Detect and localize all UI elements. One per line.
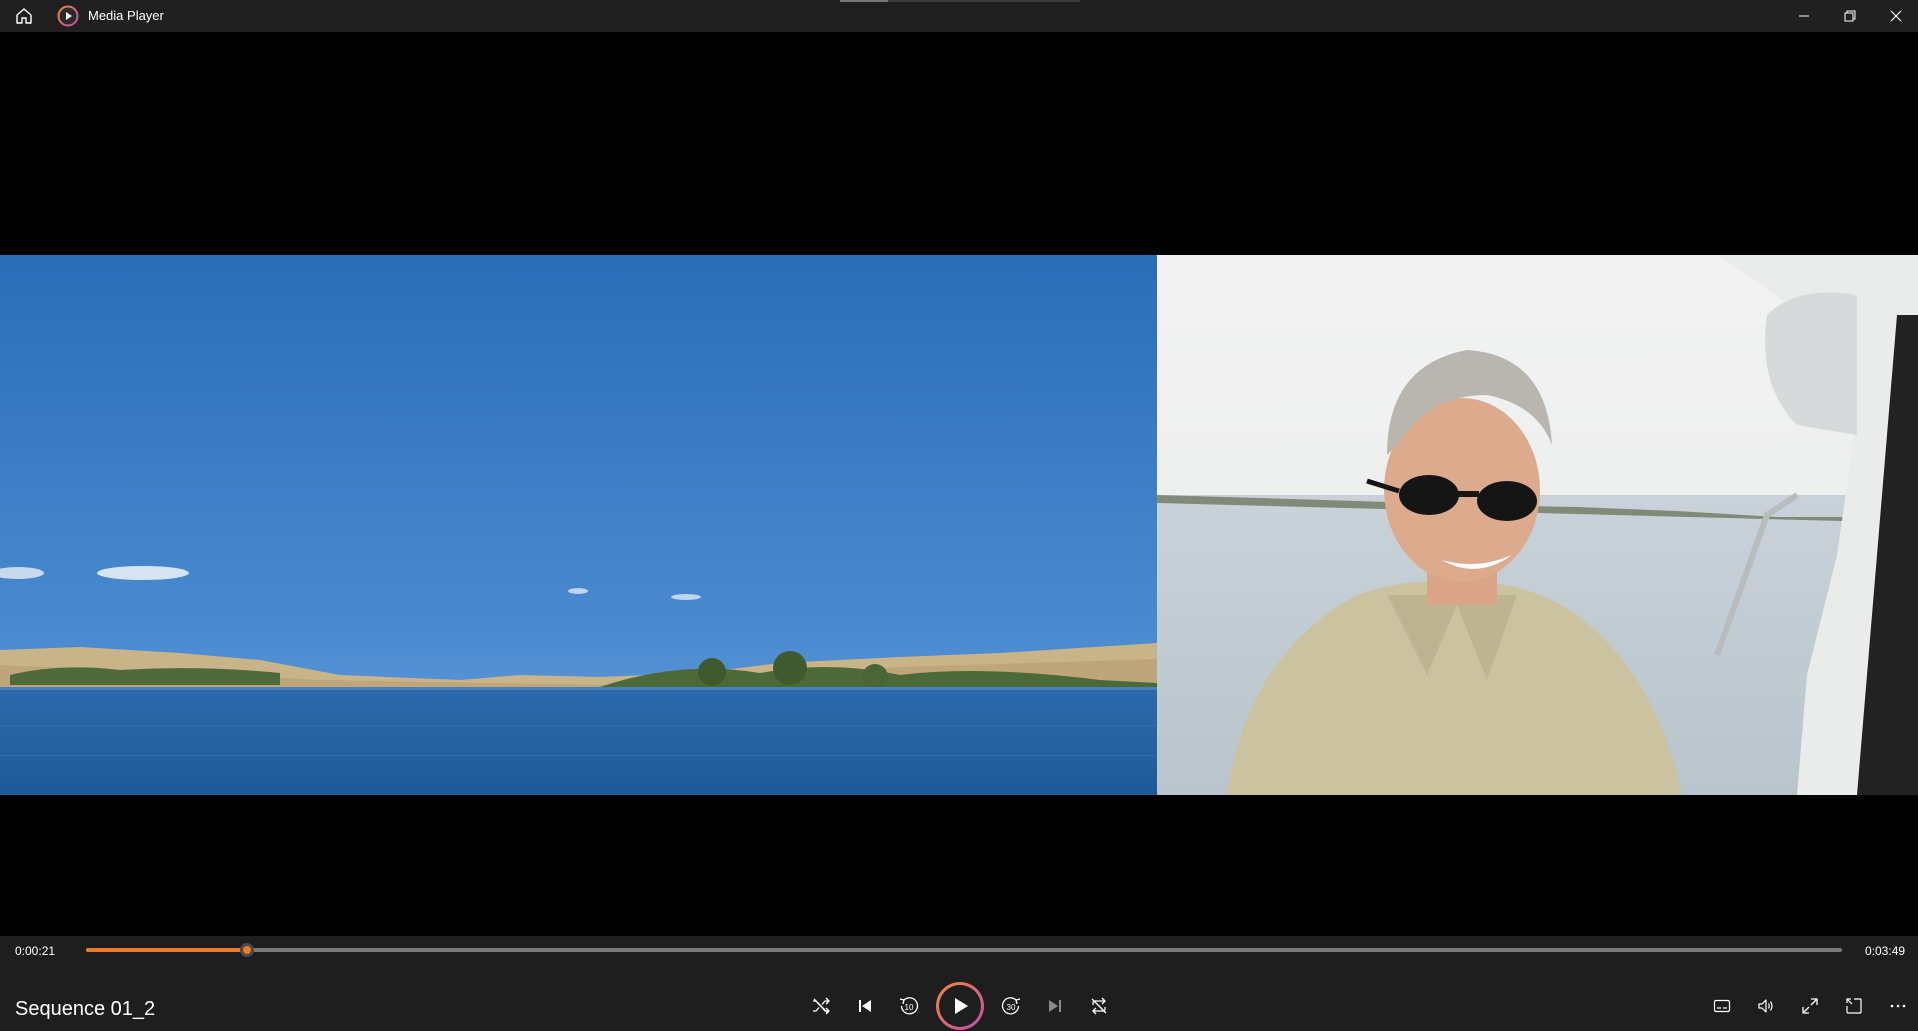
minimize-button[interactable] bbox=[1781, 0, 1827, 32]
minimize-icon bbox=[1799, 15, 1809, 17]
video-scene-portrait bbox=[1157, 255, 1918, 795]
skip-forward-label: 30 bbox=[1007, 1003, 1016, 1012]
video-scene-lake bbox=[0, 255, 1157, 795]
media-player-icon bbox=[57, 5, 79, 27]
fullscreen-icon bbox=[1802, 998, 1818, 1014]
captions-button[interactable] bbox=[1704, 988, 1740, 1024]
seek-thumb[interactable] bbox=[240, 943, 255, 957]
current-time: 0:00:21 bbox=[15, 944, 56, 958]
more-button[interactable] bbox=[1880, 988, 1916, 1024]
close-button[interactable] bbox=[1873, 0, 1918, 32]
volume-icon bbox=[1758, 999, 1773, 1013]
shuffle-icon bbox=[813, 997, 830, 1015]
previous-button[interactable] bbox=[847, 988, 883, 1024]
seek-progress bbox=[86, 948, 248, 952]
skip-back-10-icon: 10 bbox=[899, 997, 919, 1015]
skip-forward-button[interactable]: 30 bbox=[993, 988, 1029, 1024]
skip-forward-30-icon: 30 bbox=[1001, 997, 1021, 1015]
playback-controls: 0:00:21 0:03:49 Sequence 01_2 10 30 bbox=[0, 936, 1918, 1031]
fullscreen-button[interactable] bbox=[1792, 988, 1828, 1024]
play-icon bbox=[955, 998, 968, 1014]
home-icon[interactable] bbox=[12, 4, 36, 28]
captions-icon bbox=[1713, 999, 1731, 1013]
close-icon bbox=[1890, 10, 1902, 22]
next-button[interactable] bbox=[1037, 988, 1073, 1024]
seek-bar[interactable] bbox=[86, 943, 1842, 957]
previous-icon bbox=[859, 1000, 871, 1012]
miniplayer-icon bbox=[1846, 998, 1862, 1014]
repeat-button[interactable] bbox=[1081, 988, 1117, 1024]
video-frame bbox=[0, 255, 1918, 795]
restore-button[interactable] bbox=[1827, 0, 1873, 32]
restore-icon bbox=[1844, 10, 1856, 22]
next-icon bbox=[1049, 1000, 1061, 1012]
repeat-off-icon bbox=[1091, 997, 1107, 1015]
play-button[interactable] bbox=[936, 982, 984, 1030]
shuffle-button[interactable] bbox=[803, 988, 839, 1024]
drag-handle[interactable] bbox=[840, 0, 1080, 2]
more-icon bbox=[1890, 1004, 1906, 1008]
skip-back-label: 10 bbox=[905, 1003, 914, 1012]
skip-back-button[interactable]: 10 bbox=[891, 988, 927, 1024]
miniplayer-button[interactable] bbox=[1836, 988, 1872, 1024]
title-bar: Media Player bbox=[0, 0, 1918, 32]
video-surface[interactable] bbox=[0, 32, 1918, 936]
media-title: Sequence 01_2 bbox=[15, 998, 156, 1020]
volume-button[interactable] bbox=[1748, 988, 1784, 1024]
total-time: 0:03:49 bbox=[1865, 944, 1906, 958]
app-title: Media Player bbox=[88, 8, 164, 23]
